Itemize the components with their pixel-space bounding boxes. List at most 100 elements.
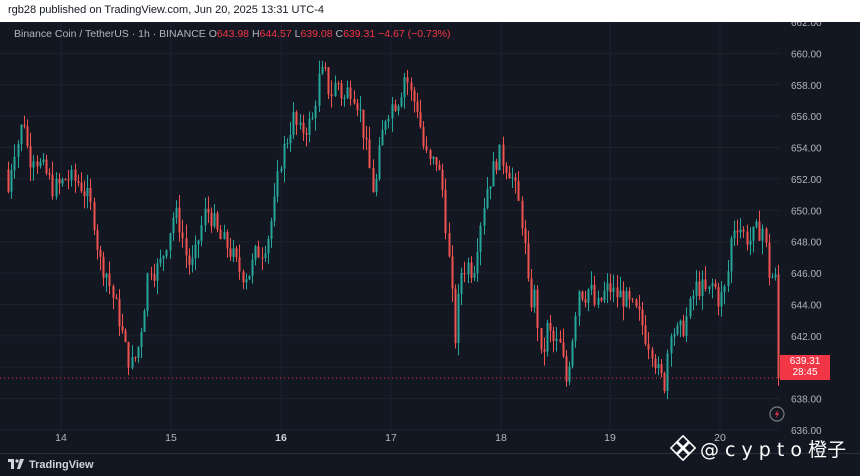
candle-body (280, 168, 283, 172)
candle-body (533, 289, 536, 308)
candle-body (517, 181, 520, 201)
candle-body (108, 273, 111, 286)
candle-body (39, 161, 42, 167)
candle-body (644, 325, 647, 344)
lightning-icon[interactable] (769, 406, 785, 422)
candle-body (410, 82, 413, 91)
candle-body (727, 271, 730, 287)
candle-body (194, 244, 197, 259)
candle-body (733, 230, 736, 239)
time-tick-label: 16 (275, 432, 287, 444)
price-tick-label: 658.00 (791, 81, 822, 92)
candle-body (165, 250, 168, 257)
candle-body (346, 87, 349, 98)
chart-area[interactable]: 636.00638.00640.00642.00644.00646.00648.… (0, 22, 860, 453)
candle-body (416, 101, 419, 112)
candle-body (375, 178, 378, 193)
candle-body (562, 342, 565, 357)
candle-body (479, 225, 482, 252)
candle-body (318, 73, 321, 106)
candle-body (473, 273, 476, 278)
candle-body (524, 228, 527, 244)
candle-body (118, 299, 121, 327)
candle-body (273, 196, 276, 221)
candle-body (330, 94, 333, 97)
candle-body (48, 173, 51, 175)
candle-body (127, 341, 130, 368)
candle-body (429, 150, 432, 159)
candle-body (42, 159, 45, 162)
candle-body (112, 285, 115, 298)
change-value: −4.67 (−0.73%) (378, 28, 451, 40)
candle-body (394, 104, 397, 111)
candle-body (597, 298, 600, 305)
candle-body (581, 291, 584, 300)
candle-body (55, 178, 58, 197)
price-tick-label: 656.00 (791, 112, 822, 123)
candle-body (207, 208, 210, 213)
candle-body (283, 143, 286, 169)
candle-body (45, 159, 48, 174)
candle-body (99, 249, 102, 257)
candle-body (635, 299, 638, 307)
candle-body (188, 255, 191, 265)
candle-body (7, 169, 10, 192)
tradingview-logo[interactable]: TradingView (8, 457, 94, 473)
candle-body (755, 221, 758, 227)
candle-body (327, 67, 330, 95)
candle-body (641, 309, 644, 326)
candle-body (235, 248, 238, 258)
high-label: H (251, 28, 260, 40)
candle-body (432, 156, 435, 159)
candle-body (156, 263, 159, 281)
candle-body (492, 161, 495, 187)
candle-body (51, 174, 54, 197)
candle-body (603, 290, 606, 301)
candle-body (261, 257, 264, 259)
candle-body (771, 277, 774, 279)
candle-body (616, 287, 619, 298)
candle-body (64, 179, 67, 181)
candle-body (498, 144, 501, 171)
candle-body (362, 109, 365, 138)
candle-body (172, 217, 175, 234)
candlestick-chart[interactable]: 636.00638.00640.00642.00644.00646.00648.… (0, 22, 860, 453)
candle-body (441, 169, 444, 190)
grid-lines (0, 22, 780, 431)
candle-body (384, 121, 387, 131)
candle-body (32, 161, 35, 168)
candle-body (159, 258, 162, 264)
candle-body (666, 353, 669, 391)
candle-body (321, 67, 324, 74)
candle-body (242, 271, 245, 283)
symbol-legend: Binance Coin / TetherUS · 1h · BINANCE O… (14, 28, 451, 40)
time-tick-label: 19 (604, 432, 616, 444)
candle-body (527, 243, 530, 279)
candle-body (419, 111, 422, 128)
candle-body (368, 139, 371, 169)
candle-body (372, 168, 375, 193)
candle-body (606, 283, 609, 291)
candle-body (422, 127, 425, 147)
candle-body (302, 122, 305, 134)
price-tick-label: 644.00 (791, 300, 822, 311)
candle-body (565, 356, 568, 382)
candle-body (124, 330, 127, 342)
candle-body (83, 191, 86, 197)
candle-body (257, 246, 260, 258)
candle-body (574, 316, 577, 341)
high-value: 644.57 (259, 28, 292, 40)
candle-body (340, 83, 343, 99)
candle-body (593, 284, 596, 305)
candle-body (178, 207, 181, 233)
candle-body (571, 340, 574, 367)
candle-body (140, 331, 143, 348)
candle-body (74, 169, 77, 181)
candle-body (96, 229, 99, 250)
candle-body (58, 178, 61, 184)
watermark-text: @ c y p t o 橙子 (700, 438, 847, 461)
price-tick-label: 650.00 (791, 206, 822, 217)
candle-body (391, 104, 394, 119)
candle-body (463, 272, 466, 275)
candle-body (146, 273, 149, 311)
